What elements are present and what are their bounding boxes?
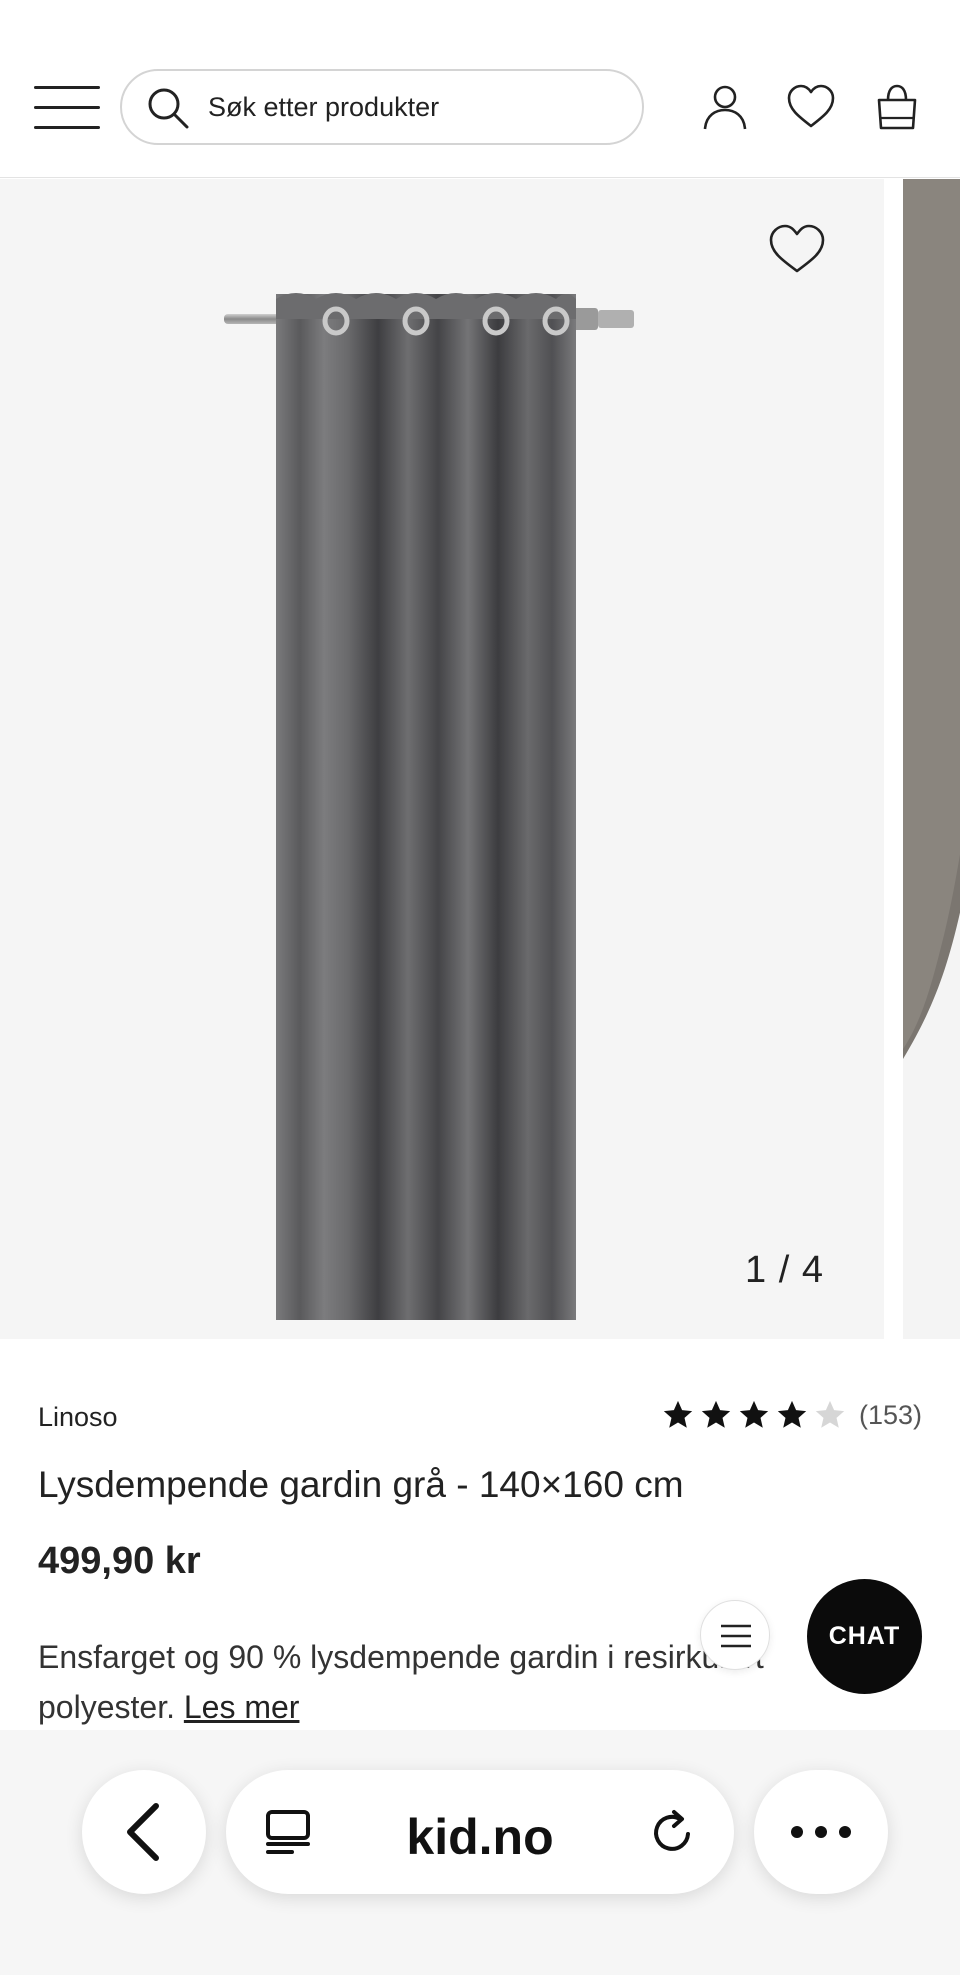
reload-icon[interactable] xyxy=(646,1806,698,1858)
list-menu-button[interactable] xyxy=(700,1600,770,1670)
search-input[interactable] xyxy=(208,87,608,127)
star-filled-icon xyxy=(739,1400,769,1428)
cart-bag-icon[interactable] xyxy=(872,82,922,132)
more-dots-icon xyxy=(791,1826,851,1838)
read-more-link[interactable]: Les mer xyxy=(184,1689,300,1725)
menu-icon[interactable] xyxy=(34,86,102,130)
browser-more-button[interactable] xyxy=(754,1770,888,1894)
wishlist-heart-icon[interactable] xyxy=(786,82,836,132)
list-icon xyxy=(721,1624,751,1648)
browser-back-button[interactable] xyxy=(82,1770,206,1894)
product-price: 499,90 kr xyxy=(38,1540,201,1582)
top-header xyxy=(0,0,960,178)
star-filled-icon xyxy=(663,1400,693,1428)
star-filled-icon xyxy=(701,1400,731,1428)
favorite-heart-icon[interactable] xyxy=(768,223,826,275)
product-brand[interactable]: Linoso xyxy=(38,1402,118,1433)
next-image-preview[interactable] xyxy=(903,179,960,1339)
product-title: Lysdempende gardin grå - 140×160 cm xyxy=(38,1464,684,1505)
user-icon[interactable] xyxy=(700,82,750,132)
star-empty-icon xyxy=(815,1400,845,1428)
next-image-thumbnail xyxy=(903,179,960,1339)
chevron-left-icon xyxy=(127,1803,159,1861)
description-text-line2: polyester. xyxy=(38,1689,175,1725)
review-count: (153) xyxy=(858,1399,922,1430)
chat-button[interactable]: CHAT xyxy=(807,1579,922,1694)
browser-address-bar[interactable]: kid.no xyxy=(226,1770,734,1894)
description-text-line1: Ensfarget og 90 % lysdempende gardin i r… xyxy=(38,1639,764,1675)
image-counter: 1 / 4 xyxy=(745,1249,824,1291)
search-bar[interactable] xyxy=(120,69,644,145)
star-filled-icon xyxy=(777,1400,807,1428)
product-image[interactable]: 1 / 4 xyxy=(0,179,884,1339)
product-rating[interactable]: (153) xyxy=(661,1398,922,1432)
product-image-gallery[interactable]: 1 / 4 xyxy=(0,179,960,1339)
curtain-illustration xyxy=(224,293,634,1320)
search-icon xyxy=(148,88,189,129)
